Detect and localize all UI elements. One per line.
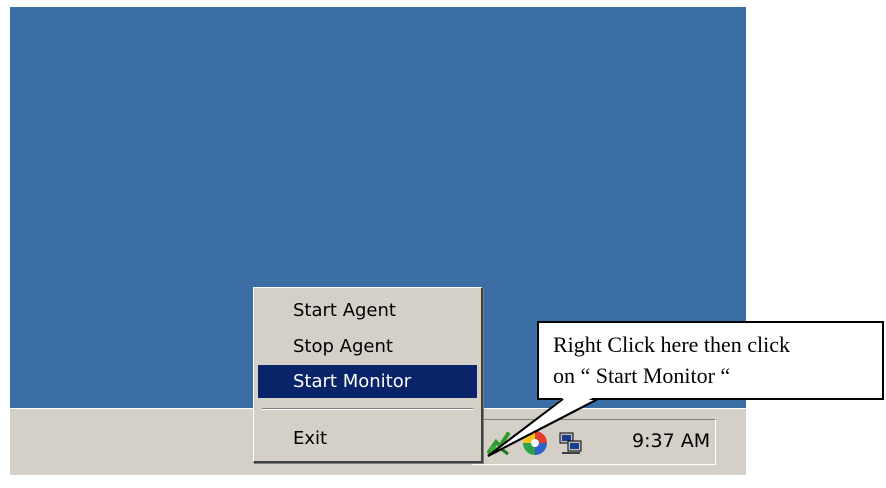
system-tray: 9:37 AM [471, 419, 716, 465]
menu-item-start-monitor[interactable]: Start Monitor [258, 365, 477, 398]
app-tray-icon[interactable] [522, 430, 548, 456]
callout-line-1: Right Click here then click [553, 332, 791, 357]
menu-separator [262, 408, 473, 410]
callout-line-2: on “ Start Monitor “ [553, 363, 731, 388]
menu-item-exit[interactable]: Exit [258, 422, 477, 455]
taskbar-clock[interactable]: 9:37 AM [632, 430, 710, 452]
instruction-callout: Right Click here then click on “ Start M… [537, 321, 884, 400]
menu-item-start-agent[interactable]: Start Agent [258, 294, 477, 327]
menu-item-stop-agent[interactable]: Stop Agent [258, 330, 477, 363]
network-tray-icon[interactable] [558, 430, 584, 456]
tray-context-menu: Start Agent Stop Agent Start Monitor Exi… [253, 287, 483, 463]
agent-tray-icon[interactable] [486, 430, 512, 456]
